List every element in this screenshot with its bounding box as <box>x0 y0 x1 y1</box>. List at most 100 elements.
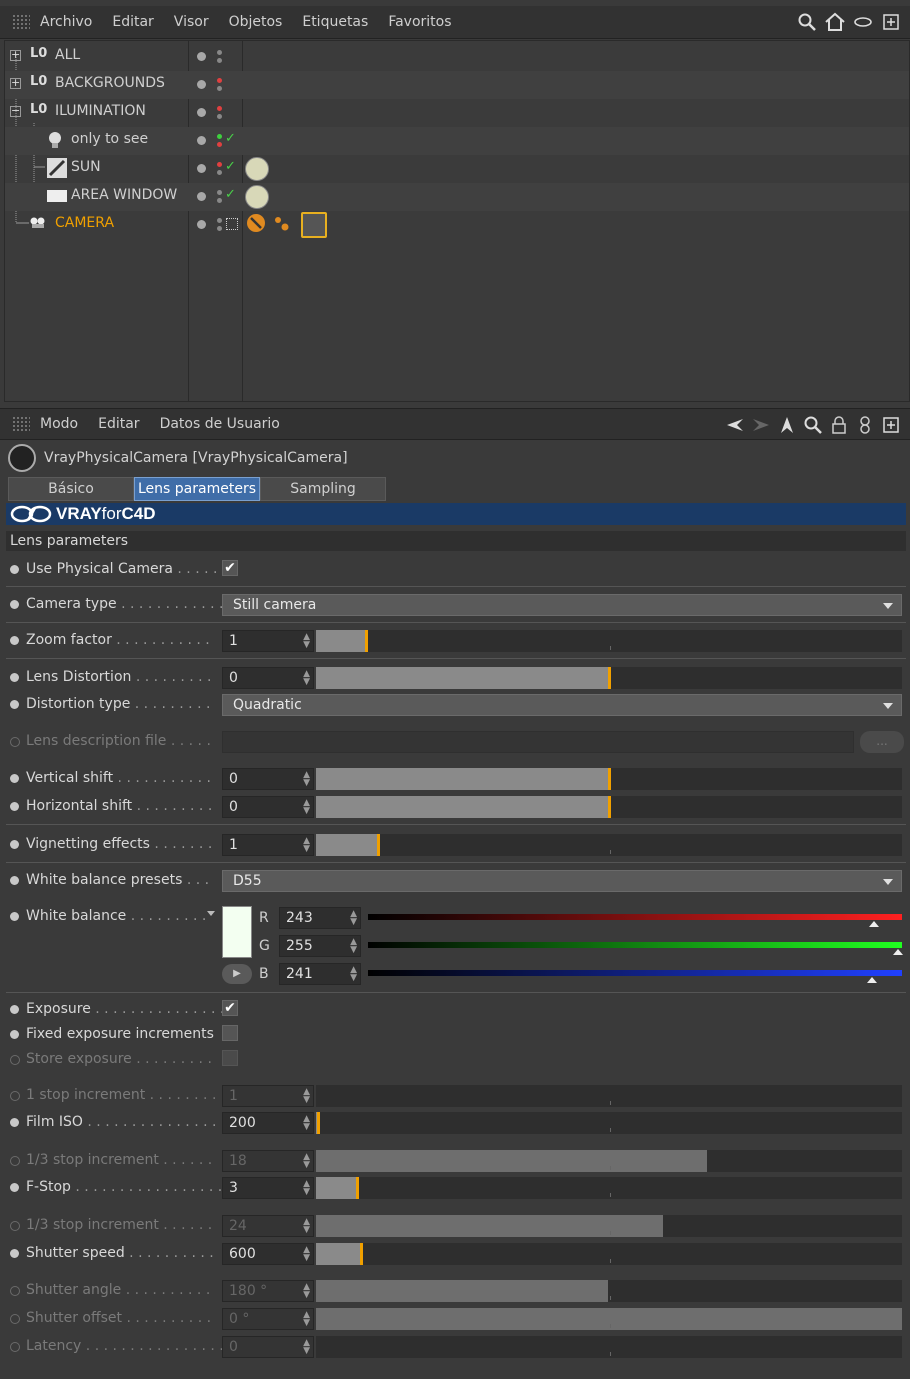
vignetting-effects-slider[interactable] <box>316 834 902 856</box>
shutter-angle-slider[interactable] <box>316 1280 902 1302</box>
editor-visibility-dot[interactable] <box>217 190 222 195</box>
blue-channel-marker[interactable] <box>867 977 877 983</box>
horizontal-shift-input[interactable]: 0 ▲ ▼ <box>222 796 314 818</box>
shutter-angle-input[interactable]: 180 ° ▲ ▼ <box>222 1280 314 1302</box>
animation-bullet[interactable] <box>10 1005 19 1014</box>
animation-bullet[interactable] <box>10 1118 19 1127</box>
visibility-dot[interactable] <box>197 192 206 201</box>
animation-bullet[interactable] <box>10 802 19 811</box>
distortion-type-dropdown[interactable]: Quadratic <box>222 694 902 716</box>
editor-visibility-dot[interactable] <box>217 162 222 167</box>
object-row-only-to-see[interactable]: only to see ✓ <box>5 127 909 155</box>
editor-visibility-dot[interactable] <box>217 50 222 55</box>
render-visibility-dot[interactable] <box>217 58 222 63</box>
camera-type-dropdown[interactable]: Still camera <box>222 594 902 616</box>
spinner-arrows-icon[interactable]: ▲ ▼ <box>303 1311 310 1328</box>
visibility-dot[interactable] <box>197 220 206 229</box>
lock-icon[interactable] <box>828 414 850 436</box>
blue-channel-input[interactable]: 241 ▲ ▼ <box>279 963 361 985</box>
menu-editar[interactable]: Editar <box>98 416 139 432</box>
spinner-arrows-icon[interactable]: ▲ ▼ <box>303 633 310 650</box>
tab-sampling[interactable]: Sampling <box>260 477 386 501</box>
animation-bullet[interactable] <box>10 1286 20 1296</box>
render-visibility-dot[interactable] <box>217 198 222 203</box>
spinner-arrows-icon[interactable]: ▲ ▼ <box>350 910 357 927</box>
animation-bullet[interactable] <box>10 1314 20 1324</box>
use-physical-camera-checkbox[interactable]: ✔ <box>222 560 238 576</box>
spinner-arrows-icon[interactable]: ▲ ▼ <box>350 938 357 955</box>
dotted-box-icon[interactable] <box>226 218 238 230</box>
menu-editar[interactable]: Editar <box>112 14 153 30</box>
vertical-shift-input[interactable]: 0 ▲ ▼ <box>222 768 314 790</box>
visibility-dot[interactable] <box>197 136 206 145</box>
f-stop-input[interactable]: 3 ▲ ▼ <box>222 1177 314 1199</box>
animation-bullet[interactable] <box>10 737 20 747</box>
white-balance-color-swatch[interactable] <box>222 906 252 958</box>
editor-visibility-dot[interactable] <box>217 218 222 223</box>
animation-bullet[interactable] <box>10 876 19 885</box>
animation-bullet[interactable] <box>10 1156 20 1166</box>
up-arrow-icon[interactable] <box>776 414 798 436</box>
new-window-icon[interactable] <box>880 414 902 436</box>
spinner-arrows-icon[interactable]: ▲ ▼ <box>303 837 310 854</box>
menu-datos-de-usuario[interactable]: Datos de Usuario <box>160 416 280 432</box>
spinner-arrows-icon[interactable]: ▲ ▼ <box>303 1115 310 1132</box>
enabled-check-icon[interactable]: ✓ <box>225 159 236 174</box>
zoom-factor-input[interactable]: 1 ▲ ▼ <box>222 630 314 652</box>
green-channel-slider[interactable] <box>368 942 902 948</box>
film-iso-slider[interactable] <box>316 1112 902 1134</box>
film-iso-input[interactable]: 200 ▲ ▼ <box>222 1112 314 1134</box>
drag-grip-icon[interactable] <box>12 14 30 30</box>
menu-visor[interactable]: Visor <box>174 14 209 30</box>
animation-bullet[interactable] <box>10 1342 20 1352</box>
object-row-backgrounds[interactable]: + L0 BACKGROUNDS <box>5 71 909 99</box>
animation-bullet[interactable] <box>10 1055 20 1065</box>
spinner-arrows-icon[interactable]: ▲ ▼ <box>303 1088 310 1105</box>
vray-light-tag-icon[interactable] <box>245 157 269 181</box>
animation-bullet[interactable] <box>10 912 19 921</box>
drag-grip-icon[interactable] <box>12 416 30 432</box>
animation-bullet[interactable] <box>10 774 19 783</box>
animation-bullet[interactable] <box>10 1183 19 1192</box>
white-balance-presets-dropdown[interactable]: D55 <box>222 870 902 892</box>
enabled-check-icon[interactable]: ✓ <box>225 187 236 202</box>
color-picker-expand-button[interactable]: ▶ <box>222 964 252 984</box>
shutter-speed-input[interactable]: 600 ▲ ▼ <box>222 1243 314 1265</box>
menu-favoritos[interactable]: Favoritos <box>388 14 451 30</box>
editor-visibility-dot[interactable] <box>217 134 222 139</box>
horizontal-shift-slider[interactable] <box>316 796 902 818</box>
animation-bullet[interactable] <box>10 600 19 609</box>
third-stop-increment-input[interactable]: 18 ▲ ▼ <box>222 1150 314 1172</box>
animation-bullet[interactable] <box>10 1249 19 1258</box>
lens-file-path-input[interactable] <box>222 731 854 753</box>
object-row-all[interactable]: + L0 ALL <box>5 43 909 71</box>
fixed-exposure-increments-checkbox[interactable] <box>222 1025 238 1041</box>
animation-bullet[interactable] <box>10 673 19 682</box>
spinner-arrows-icon[interactable]: ▲ ▼ <box>303 799 310 816</box>
red-channel-marker[interactable] <box>869 921 879 927</box>
spinner-arrows-icon[interactable]: ▲ ▼ <box>303 1283 310 1300</box>
visibility-dot[interactable] <box>197 80 206 89</box>
editor-visibility-dot[interactable] <box>217 78 222 83</box>
target-tag-icon[interactable] <box>273 215 291 233</box>
menu-modo[interactable]: Modo <box>40 416 78 432</box>
back-arrow-icon[interactable] <box>724 414 746 436</box>
animation-bullet[interactable] <box>10 1221 20 1231</box>
green-channel-marker[interactable] <box>893 949 903 955</box>
f-stop-slider[interactable] <box>316 1177 902 1199</box>
spinner-arrows-icon[interactable]: ▲ ▼ <box>303 670 310 687</box>
menu-objetos[interactable]: Objetos <box>229 14 283 30</box>
visibility-dot[interactable] <box>197 108 206 117</box>
stop-increment-input[interactable]: 1 ▲ ▼ <box>222 1085 314 1107</box>
render-visibility-dot[interactable] <box>217 142 222 147</box>
collapse-icon[interactable]: − <box>10 105 21 117</box>
animation-bullet[interactable] <box>10 700 19 709</box>
spinner-arrows-icon[interactable]: ▲ ▼ <box>303 1218 310 1235</box>
store-exposure-checkbox[interactable] <box>222 1050 238 1066</box>
exposure-checkbox[interactable]: ✔ <box>222 1000 238 1016</box>
stop-increment-slider[interactable] <box>316 1085 902 1107</box>
vignetting-effects-input[interactable]: 1 ▲ ▼ <box>222 834 314 856</box>
third-stop-increment-input[interactable]: 24 ▲ ▼ <box>222 1215 314 1237</box>
editor-visibility-dot[interactable] <box>217 106 222 111</box>
render-visibility-dot[interactable] <box>217 86 222 91</box>
